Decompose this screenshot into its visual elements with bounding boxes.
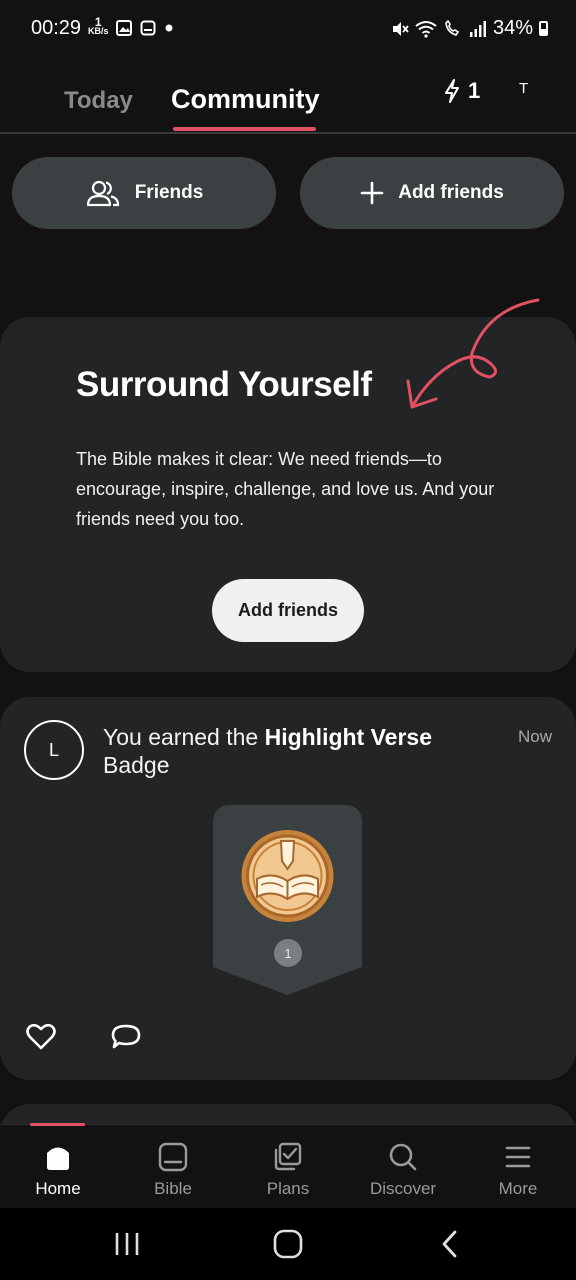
battery-icon: [539, 21, 548, 36]
notification-icons: [116, 20, 174, 36]
activity-time: Now: [517, 727, 552, 746]
home-button-icon[interactable]: [272, 1228, 304, 1260]
badge-container[interactable]: 1: [213, 805, 362, 995]
app-notification-icon: [140, 20, 156, 36]
streak-count: 1: [468, 78, 481, 103]
activity-suffix: Badge: [103, 752, 170, 778]
signal-icon: [469, 20, 486, 37]
nav-bible-label: Bible: [154, 1179, 192, 1198]
nav-home[interactable]: Home: [8, 1139, 108, 1199]
home-icon: [47, 1147, 69, 1170]
network-speed-unit: KB/s: [88, 26, 109, 36]
badge-count: 1: [274, 939, 302, 967]
nav-plans-label: Plans: [266, 1179, 310, 1198]
surround-yourself-card: Surround Yourself The Bible makes it cle…: [0, 298, 576, 672]
badge-name: Highlight Verse: [264, 724, 433, 750]
wifi-icon: [415, 20, 437, 38]
friends-button[interactable]: Friends: [12, 157, 276, 229]
recent-apps-icon[interactable]: [113, 1228, 141, 1260]
comment-icon[interactable]: [110, 1023, 142, 1051]
nav-discover[interactable]: Discover: [353, 1139, 453, 1199]
menu-icon: [505, 1146, 531, 1168]
battery-percent: 34%: [492, 17, 533, 39]
add-friends-label: Add friends: [398, 182, 504, 203]
activity-prefix: You earned the: [103, 724, 265, 750]
network-speed: 1 KB/s: [88, 16, 109, 36]
bible-icon: [158, 1142, 188, 1172]
nav-bible[interactable]: Bible: [123, 1139, 223, 1199]
plus-icon: [360, 181, 384, 205]
active-nav-indicator: [30, 1123, 85, 1126]
system-navigation-bar: [0, 1208, 576, 1280]
curved-arrow-icon: [406, 298, 540, 409]
nav-home-label: Home: [35, 1179, 81, 1198]
bolt-icon: [445, 79, 459, 103]
top-tabs: Today Community 1 T: [0, 60, 576, 134]
streak-button[interactable]: 1: [444, 78, 480, 104]
nav-more[interactable]: More: [468, 1139, 568, 1199]
back-icon[interactable]: [438, 1228, 462, 1260]
card-title: Surround Yourself: [76, 365, 372, 404]
status-time: 00:29: [31, 17, 82, 39]
friends-label: Friends: [134, 182, 204, 203]
nav-plans[interactable]: Plans: [238, 1139, 338, 1199]
status-right: 34%: [391, 17, 548, 40]
nav-discover-label: Discover: [369, 1179, 437, 1198]
active-tab-indicator: [173, 127, 316, 131]
avatar[interactable]: L: [24, 720, 84, 780]
wifi-call-icon: [445, 19, 460, 36]
search-icon: [389, 1143, 417, 1171]
nav-more-label: More: [498, 1179, 538, 1198]
plans-icon: [274, 1142, 302, 1171]
status-bar: 00:29 1 KB/s 34%: [0, 0, 576, 60]
tab-community[interactable]: Community: [171, 84, 320, 115]
gallery-icon: [116, 20, 132, 36]
card-body: The Bible makes it clear: We need friend…: [76, 449, 495, 529]
mute-icon: [392, 21, 409, 36]
card-add-friends-button[interactable]: Add friends: [212, 579, 364, 642]
dot-icon: [165, 24, 173, 32]
profile-avatar[interactable]: T: [519, 80, 528, 97]
badge-activity-card[interactable]: L You earned the Highlight Verse Badge N…: [0, 697, 576, 1080]
bottom-navigation: Home Bible Plans Discover More: [0, 1123, 576, 1208]
add-friends-button[interactable]: Add friends: [300, 157, 564, 229]
activity-text: You earned the Highlight Verse Badge: [103, 723, 463, 779]
heart-icon[interactable]: [26, 1023, 56, 1051]
friends-icon: [86, 180, 119, 207]
tab-today[interactable]: Today: [64, 87, 133, 115]
